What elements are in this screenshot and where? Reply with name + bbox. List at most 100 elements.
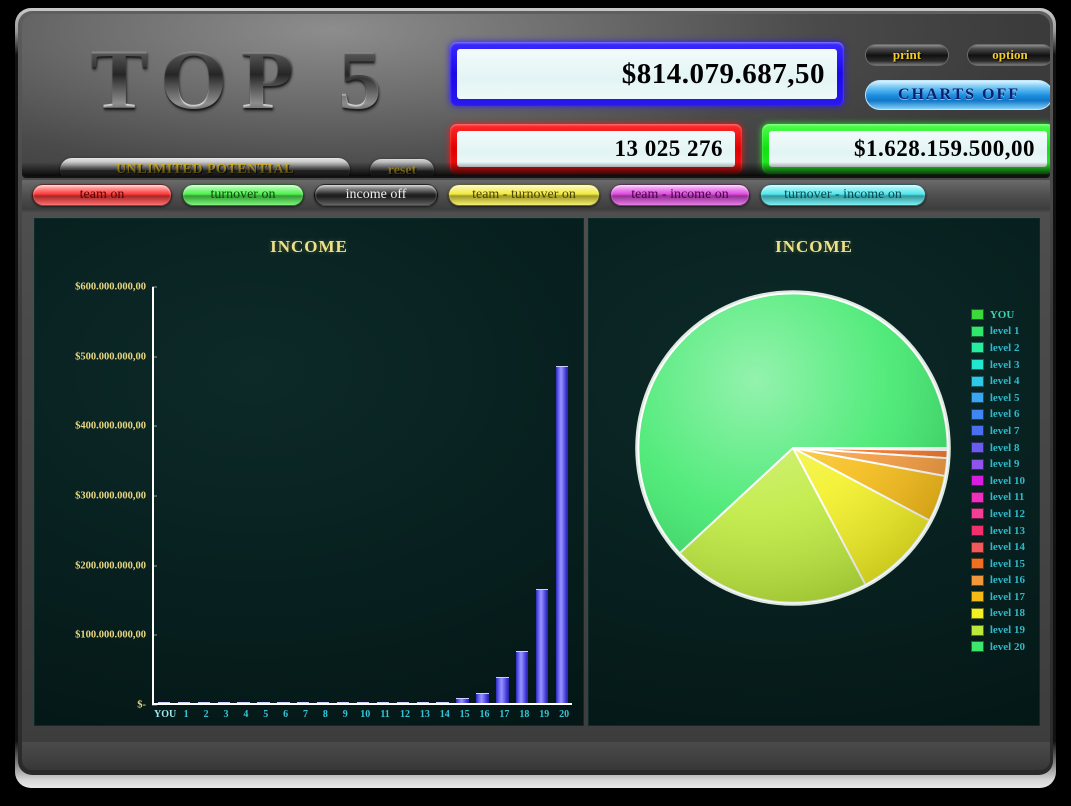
bar-chart-y-tick-label: $400.000.000,00 xyxy=(75,420,146,432)
bar-chart-y-tick-mark xyxy=(152,565,157,567)
option-button[interactable]: option xyxy=(967,44,1050,66)
bar-slot xyxy=(293,287,313,703)
bar-17 xyxy=(496,676,509,703)
bar-chart-title: INCOME xyxy=(270,237,348,256)
legend-item-you: YOU xyxy=(970,307,1025,323)
tab-label: income off xyxy=(345,187,407,202)
legend-swatch xyxy=(970,591,984,603)
bar-4 xyxy=(237,702,250,703)
header-panel: TOP 5 UNLIMITED POTENTIAL reset $814.079… xyxy=(22,14,1050,178)
tab-label: turnover - income on xyxy=(784,187,902,202)
turnover-display: $1.628.159.500,00 xyxy=(762,124,1050,174)
tab-turnover-income-on[interactable]: turnover - income on xyxy=(760,184,926,206)
tab-label: team - turnover on xyxy=(472,187,576,202)
bar-chart-x-tick-19: 19 xyxy=(539,709,550,720)
legend-label: level 19 xyxy=(989,624,1025,637)
application-window: TOP 5 UNLIMITED POTENTIAL reset $814.079… xyxy=(0,0,1071,806)
legend-swatch xyxy=(970,558,984,570)
bar-slot xyxy=(453,287,473,703)
bar-chart-x-tick-3: 3 xyxy=(223,709,229,720)
bar-1 xyxy=(177,702,191,703)
bar-3 xyxy=(217,702,230,703)
bar-13 xyxy=(416,702,429,703)
legend-swatch xyxy=(970,624,984,636)
bar-slot xyxy=(273,287,293,703)
bar-slot xyxy=(512,287,532,703)
legend-label: level 15 xyxy=(989,557,1025,570)
tab-team-income-on[interactable]: team - income on xyxy=(610,184,750,206)
bar-chart-x-tick-11: 11 xyxy=(380,709,390,720)
bar-chart-plot-area: $600.000.000,00 $500.000.000,00 $400.000.0… xyxy=(75,282,572,711)
bar-slot xyxy=(234,287,254,703)
legend-item-level-16: level 16 xyxy=(970,573,1025,589)
print-button[interactable]: print xyxy=(865,44,949,66)
bar-chart-y-tick-mark xyxy=(152,634,157,636)
legend-item-level-1: level 1 xyxy=(970,324,1025,340)
legend-item-level-17: level 17 xyxy=(970,589,1025,605)
bar-slot xyxy=(313,287,333,703)
legend-label: level 10 xyxy=(989,474,1025,487)
legend-item-level-3: level 3 xyxy=(970,357,1025,373)
tab-income-off[interactable]: income off xyxy=(314,184,438,206)
legend-swatch xyxy=(970,475,984,487)
members-value: 13 025 276 xyxy=(457,131,735,167)
bar-chart-panel: INCOME $600.000.000,00 $500.000.000,00 $40… xyxy=(34,218,584,726)
bar-chart-x-tick-7: 7 xyxy=(303,709,309,720)
legend-label: level 8 xyxy=(989,441,1020,454)
bar-chart-x-tick-1: 1 xyxy=(183,709,189,720)
legend-item-level-13: level 13 xyxy=(970,523,1025,539)
legend-item-level-4: level 4 xyxy=(970,373,1025,389)
reset-button[interactable]: reset xyxy=(370,159,434,176)
pie-chart-svg xyxy=(635,290,951,606)
chart-filter-tabbar: team on turnover on income off team - turno… xyxy=(22,180,1050,210)
bar-chart-y-tick-label: $500.000.000,00 xyxy=(75,351,146,363)
bar-14 xyxy=(436,701,449,703)
slogan-banner: UNLIMITED POTENTIAL xyxy=(60,158,350,176)
bar-chart-y-tick-label: $200.000.000,00 xyxy=(75,560,146,572)
bar-chart-y-tick-label: $300.000.000,00 xyxy=(75,490,146,502)
bar-slot xyxy=(333,287,353,703)
tab-turnover-on[interactable]: turnover on xyxy=(182,184,304,206)
legend-item-level-9: level 9 xyxy=(970,456,1025,472)
legend-swatch xyxy=(970,392,984,404)
legend-label: level 18 xyxy=(989,607,1025,620)
bar-8 xyxy=(317,702,330,703)
bar-chart-y-tick-mark xyxy=(152,704,157,706)
tab-team-turnover-on[interactable]: team - turnover on xyxy=(448,184,600,206)
turnover-value: $1.628.159.500,00 xyxy=(769,131,1047,167)
bar-chart-x-tick-9: 9 xyxy=(342,709,348,720)
legend-item-level-19: level 19 xyxy=(970,622,1025,638)
bar-chart-x-tick-5: 5 xyxy=(263,709,269,720)
tab-team-on[interactable]: team on xyxy=(32,184,172,206)
bar-chart-x-tick-16: 16 xyxy=(479,709,490,720)
bar-slot xyxy=(552,287,572,703)
charts-toggle-button[interactable]: CHARTS OFF xyxy=(865,80,1050,110)
legend-item-level-12: level 12 xyxy=(970,506,1025,522)
legend-item-level-7: level 7 xyxy=(970,423,1025,439)
bar-chart-x-tick-15: 15 xyxy=(459,709,470,720)
legend-label: level 20 xyxy=(989,640,1025,653)
bar-9 xyxy=(336,702,350,703)
bar-18 xyxy=(516,651,529,703)
legend-swatch xyxy=(970,425,984,437)
bar-chart-x-tick-17: 17 xyxy=(499,709,510,720)
bar-chart-y-tick-label: $600.000.000,00 xyxy=(75,281,146,293)
bar-slot xyxy=(194,287,214,703)
pie-chart-title: INCOME xyxy=(775,237,853,256)
bar-16 xyxy=(476,692,489,703)
pie-chart-legend: YOU level 1 level 2 level 3 level 4 level 5 le… xyxy=(970,307,1025,654)
total-income-value: $814.079.687,50 xyxy=(457,49,837,99)
legend-item-level-2: level 2 xyxy=(970,340,1025,356)
bar-chart-x-tick-6: 6 xyxy=(283,709,289,720)
legend-item-level-8: level 8 xyxy=(970,440,1025,456)
legend-swatch xyxy=(970,458,984,470)
bar-slot xyxy=(393,287,413,703)
bar-chart-y-tick-mark xyxy=(152,286,157,288)
bar-7 xyxy=(297,702,310,703)
legend-swatch xyxy=(970,375,984,387)
bar-chart-y-tick-mark xyxy=(152,495,157,497)
bar-slot xyxy=(214,287,234,703)
legend-label: level 6 xyxy=(989,408,1020,421)
bar-6 xyxy=(277,702,290,703)
legend-swatch xyxy=(970,408,984,420)
